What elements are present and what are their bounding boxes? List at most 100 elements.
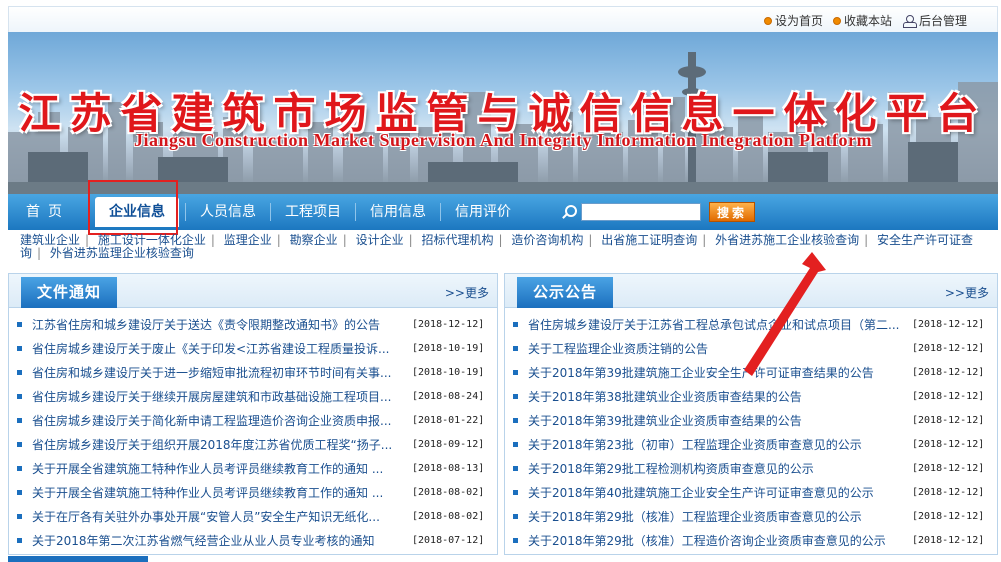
list-item[interactable]: 关于2018年第29批工程检测机构资质审查意见的公示 [2018-12-12] [505,456,997,480]
list-item-title[interactable]: 省住房城乡建设厅关于继续开展房屋建筑和市政基础设施工程项目... [32,388,402,405]
subnav-supervision-enterprise[interactable]: 监理企业 [224,233,272,247]
list-item-title[interactable]: 关于2018年第39批建筑业企业资质审查结果的公告 [528,412,904,429]
more-link[interactable]: >>更多 [945,284,989,301]
list-item-title[interactable]: 省住房城乡建设厅关于废止《关于印发<江苏省建设工程质量投诉... [32,340,402,357]
list-item-title[interactable]: 省住房城乡建设厅关于简化新申请工程监理造价咨询企业资质申报... [32,412,402,429]
list-item-title[interactable]: 关于开展全省建筑施工特种作业人员考评员继续教育工作的通知 ... [32,484,402,501]
notice-panel: 文件通知 >>更多 江苏省住房和城乡建设厅关于送达《责令限期整改通知书》的公告 [… [8,273,498,555]
subnav-survey-enterprise[interactable]: 勘察企业 [290,233,338,247]
list-item[interactable]: 关于在厅各有关驻外办事处开展“安管人员”安全生产知识无纸化... [2018-08… [9,504,497,528]
list-item[interactable]: 关于开展全省建筑施工特种作业人员考评员继续教育工作的通知 ... [2018-08… [9,456,497,480]
bullet-square-icon [513,537,518,543]
list-item-title[interactable]: 省住房城乡建设厅关于江苏省工程总承包试点企业和试点项目（第二... [528,316,904,333]
admin-link[interactable]: 后台管理 [902,12,967,29]
list-item-date: [2018-12-12] [912,342,985,354]
list-item-date: [2018-07-12] [412,534,485,546]
bullet-square-icon [513,393,518,399]
subnav-construction-enterprise[interactable]: 建筑业企业 [20,233,80,247]
panel-title[interactable]: 公示公告 [517,277,614,308]
list-item-title[interactable]: 关于2018年第23批（初审）工程监理企业资质审查意见的公示 [528,436,904,453]
list-item-date: [2018-12-12] [412,318,485,330]
list-item-title[interactable]: 省住房和城乡建设厅关于进一步缩短审批流程初审环节时间有关事... [32,364,402,381]
list-item[interactable]: 关于2018年第23批（初审）工程监理企业资质审查意见的公示 [2018-12-1… [505,432,997,456]
bullet-square-icon [513,345,518,351]
list-item-title[interactable]: 关于2018年第29批（核准）工程监理企业资质审查意见的公示 [528,508,904,525]
highlight-annotation-box [88,180,178,235]
list-item-date: [2018-08-13] [412,462,485,474]
sub-nav: 建筑业企业 | 施工设计一体化企业 | 监理企业 | 勘察企业 | 设计企业 | 招标代理… [20,233,974,260]
nav-credit-info[interactable]: 信用信息 [356,194,440,230]
list-item-title[interactable]: 关于2018年第38批建筑业企业资质审查结果的公告 [528,388,904,405]
panel-title[interactable]: 文件通知 [21,277,118,308]
bullet-dot-icon [832,16,841,25]
list-item[interactable]: 关于2018年第二次江苏省燃气经营企业从业人员专业考核的通知 [2018-07-1… [9,528,497,552]
list-item-title[interactable]: 关于开展全省建筑施工特种作业人员考评员继续教育工作的通知 ... [32,460,402,477]
subnav-external-construction-verification[interactable]: 外省进苏施工企业核验查询 [715,233,859,247]
list-item-title[interactable]: 关于2018年第40批建筑施工企业安全生产许可证审查意见的公示 [528,484,904,501]
top-links: 设为首页 收藏本站 后台管理 [763,12,967,29]
list-item-date: [2018-12-12] [912,390,985,402]
list-item-date: [2018-10-19] [412,366,485,378]
bullet-square-icon [513,465,518,471]
list-item-title[interactable]: 关于在厅各有关驻外办事处开展“安管人员”安全生产知识无纸化... [32,508,402,525]
list-item-title[interactable]: 关于2018年第二次江苏省燃气经营企业从业人员专业考核的通知 [32,532,402,549]
nav-credit-rating[interactable]: 信用评价 [441,194,525,230]
search-input[interactable] [581,203,701,221]
list-item-title[interactable]: 关于工程监理企业资质注销的公告 [528,340,904,357]
list-item-date: [2018-10-19] [412,342,485,354]
list-item[interactable]: 省住房城乡建设厅关于组织开展2018年度江苏省优质工程奖“扬子... [2018-… [9,432,497,456]
list-item-date: [2018-09-12] [412,438,485,450]
list-item-title[interactable]: 省住房城乡建设厅关于组织开展2018年度江苏省优质工程奖“扬子... [32,436,402,453]
list-item[interactable]: 关于2018年第39批建筑业企业资质审查结果的公告 [2018-12-12] [505,408,997,432]
red-arrow-annotation [744,252,826,376]
list-item-date: [2018-08-24] [412,390,485,402]
list-item[interactable]: 关于2018年第38批建筑业企业资质审查结果的公告 [2018-12-12] [505,384,997,408]
banner: 江苏省建筑市场监管与诚信信息一体化平台 Jiangsu Construction… [8,32,998,194]
list-item-title[interactable]: 关于2018年第29批（核准）工程造价咨询企业资质审查意见的公示 [528,532,904,549]
more-link[interactable]: >>更多 [445,284,489,301]
list-item-title[interactable]: 江苏省住房和城乡建设厅关于送达《责令限期整改通知书》的公告 [32,316,402,333]
subnav-external-supervision-verification[interactable]: 外省进苏监理企业核验查询 [50,246,194,260]
bullet-square-icon [513,417,518,423]
bullet-square-icon [17,345,22,351]
search-button[interactable]: 搜索 [709,202,755,222]
list-item-date: [2018-12-12] [912,438,985,450]
bullet-dot-icon [763,16,772,25]
list-item[interactable]: 省住房和城乡建设厅关于进一步缩短审批流程初审环节时间有关事... [2018-10… [9,360,497,384]
search-icon [561,204,577,220]
notice-list: 江苏省住房和城乡建设厅关于送达《责令限期整改通知书》的公告 [2018-12-12… [9,308,497,552]
list-item[interactable]: 关于2018年第29批（核准）工程监理企业资质审查意见的公示 [2018-12-1… [505,504,997,528]
list-item-date: [2018-12-12] [912,486,985,498]
list-item-date: [2018-12-12] [912,534,985,546]
nav-home[interactable]: 首页 [8,194,88,230]
subnav-design-build-enterprise[interactable]: 施工设计一体化企业 [98,233,206,247]
set-home-link[interactable]: 设为首页 [763,12,823,29]
subnav-design-enterprise[interactable]: 设计企业 [356,233,404,247]
list-item[interactable]: 省住房城乡建设厅关于继续开展房屋建筑和市政基础设施工程项目... [2018-08… [9,384,497,408]
list-item[interactable]: 省住房城乡建设厅关于简化新申请工程监理造价咨询企业资质申报... [2018-01… [9,408,497,432]
panel-header: 文件通知 >>更多 [9,274,497,308]
list-item[interactable]: 关于开展全省建筑施工特种作业人员考评员继续教育工作的通知 ... [2018-08… [9,480,497,504]
next-section-tab [8,556,148,562]
user-icon [902,14,917,28]
list-item-title[interactable]: 关于2018年第29批工程检测机构资质审查意见的公示 [528,460,904,477]
bullet-square-icon [513,513,518,519]
top-bar: 设为首页 收藏本站 后台管理 [8,6,998,32]
nav-personnel-info[interactable]: 人员信息 [186,194,270,230]
list-item-date: [2018-12-12] [912,462,985,474]
bullet-square-icon [513,321,518,327]
list-item-title[interactable]: 关于2018年第39批建筑施工企业安全生产许可证审查结果的公告 [528,364,904,381]
list-item[interactable]: 关于2018年第29批（核准）工程造价咨询企业资质审查意见的公示 [2018-12… [505,528,997,552]
subnav-cost-consulting[interactable]: 造价咨询机构 [511,233,583,247]
bullet-square-icon [17,537,22,543]
list-item[interactable]: 关于2018年第40批建筑施工企业安全生产许可证审查意见的公示 [2018-12-… [505,480,997,504]
add-favorite-link[interactable]: 收藏本站 [832,12,892,29]
subnav-out-of-province-certificate[interactable]: 出省施工证明查询 [601,233,697,247]
subnav-bidding-agency[interactable]: 招标代理机构 [421,233,493,247]
list-item-date: [2018-08-02] [412,486,485,498]
bullet-square-icon [17,321,22,327]
list-item[interactable]: 江苏省住房和城乡建设厅关于送达《责令限期整改通知书》的公告 [2018-12-12… [9,312,497,336]
list-item-date: [2018-12-12] [912,366,985,378]
list-item[interactable]: 省住房城乡建设厅关于废止《关于印发<江苏省建设工程质量投诉... [2018-10… [9,336,497,360]
nav-projects[interactable]: 工程项目 [271,194,355,230]
